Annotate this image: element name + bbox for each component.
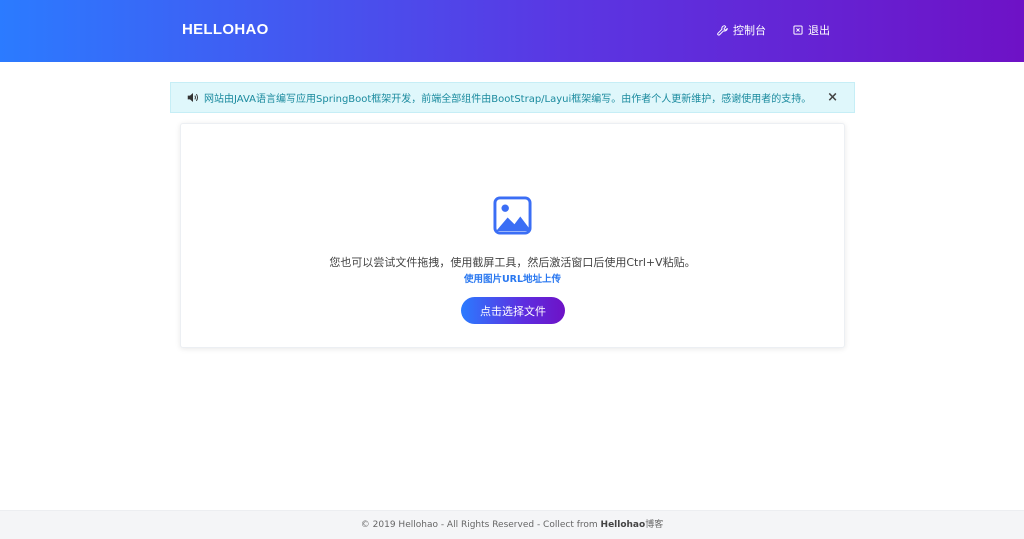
alert-close-button[interactable]: × [827,91,838,104]
image-icon [493,196,532,235]
nav-logout-link[interactable]: 退出 [793,22,830,38]
notice-alert: 网站由JAVA语言编写应用SpringBoot框架开发，前端全部组件由BootS… [170,82,855,113]
wrench-icon [717,24,728,36]
footer-author-link[interactable]: Hellohao [601,520,646,530]
top-navbar: HELLOHAO 控制台 退出 [0,0,1024,62]
choose-file-button[interactable]: 点击选择文件 [461,297,565,324]
footer-copyright: © 2019 Hellohao - All Rights Reserved - … [360,520,601,530]
url-upload-link[interactable]: 使用图片URL地址上传 [181,271,844,285]
footer: © 2019 Hellohao - All Rights Reserved - … [0,510,1024,539]
close-box-icon [793,25,803,35]
speaker-icon [187,92,199,103]
nav-console-label: 控制台 [733,24,766,37]
notice-text: 网站由JAVA语言编写应用SpringBoot框架开发，前端全部组件由BootS… [204,94,812,105]
footer-suffix: 博客 [645,520,664,530]
brand-logo[interactable]: HELLOHAO [182,21,269,38]
upload-hint: 您也可以尝试文件拖拽，使用截屏工具，然后激活窗口后使用Ctrl+V粘贴。 [329,256,696,269]
nav-logout-label: 退出 [808,24,830,37]
upload-card[interactable]: 您也可以尝试文件拖拽，使用截屏工具，然后激活窗口后使用Ctrl+V粘贴。 使用图… [180,123,845,348]
nav-console-link[interactable]: 控制台 [717,22,766,38]
